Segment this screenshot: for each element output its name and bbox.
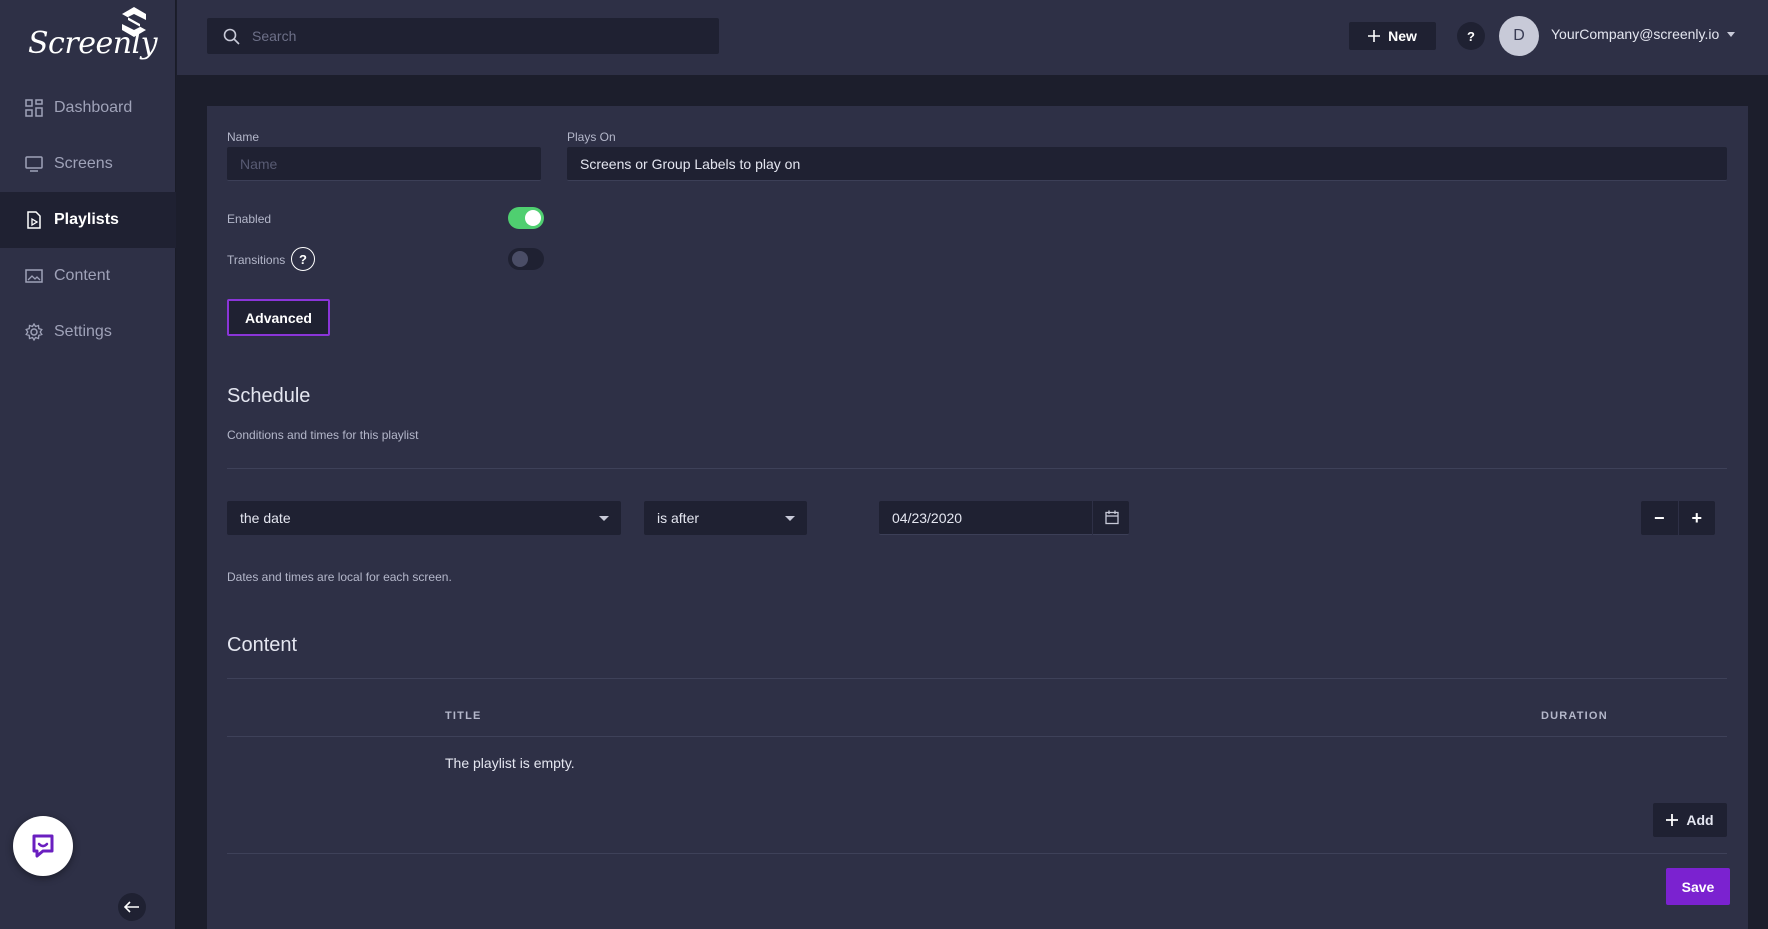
screenly-logo[interactable]: Screenly	[26, 6, 158, 64]
chevron-down-icon	[599, 516, 609, 521]
plus-icon	[1666, 814, 1679, 826]
chat-icon	[32, 834, 54, 858]
sidebar-item-label: Playlists	[54, 211, 119, 228]
chevron-down-icon	[1727, 31, 1736, 37]
page-header-strip	[177, 75, 1768, 106]
add-content-button[interactable]: Add	[1653, 803, 1727, 837]
schedule-note: Dates and times are local for each scree…	[227, 570, 452, 584]
schedule-title: Schedule	[227, 385, 311, 407]
sidebar-item-content[interactable]: Content	[0, 248, 176, 304]
image-icon	[24, 266, 44, 286]
enabled-label: Enabled	[227, 212, 272, 226]
transitions-toggle[interactable]	[508, 248, 544, 270]
sidebar-item-label: Settings	[54, 323, 112, 340]
search-input[interactable]	[252, 28, 692, 44]
advanced-button[interactable]: Advanced	[227, 299, 330, 336]
account-email: YourCompany@screenly.io	[1551, 26, 1720, 42]
plays-on-field[interactable]: Screens or Group Labels to play on	[567, 147, 1727, 181]
arrow-left-icon	[124, 901, 139, 913]
dashboard-icon	[24, 98, 44, 118]
playlist-form-card: Name Plays On Screens or Group Labels to…	[207, 106, 1748, 929]
condition-select[interactable]: the date	[227, 501, 621, 535]
sidebar-item-playlists[interactable]: Playlists	[0, 192, 176, 248]
name-input[interactable]	[240, 155, 541, 172]
date-value: 04/23/2020	[892, 509, 963, 526]
screen-icon	[24, 154, 44, 174]
schedule-subtitle: Conditions and times for this playlist	[227, 428, 419, 442]
collapse-sidebar-button[interactable]	[118, 893, 146, 921]
divider	[227, 678, 1727, 679]
plus-icon	[1368, 30, 1381, 42]
condition-value: the date	[240, 510, 291, 526]
sidebar-nav: Dashboard Screens Playlists Content Sett…	[0, 80, 176, 360]
sidebar-item-settings[interactable]: Settings	[0, 304, 176, 360]
help-button[interactable]: ?	[1457, 22, 1485, 50]
chevron-down-icon	[785, 516, 795, 521]
add-condition-button[interactable]: +	[1678, 501, 1715, 535]
remove-condition-button[interactable]: −	[1641, 501, 1678, 535]
column-header-title[interactable]: TITLE	[445, 710, 482, 722]
sidebar-item-label: Content	[54, 267, 111, 284]
condition-stepper: − +	[1641, 501, 1715, 535]
screenly-logo-mark-icon	[122, 7, 146, 37]
calendar-icon[interactable]	[1105, 510, 1119, 525]
sidebar-item-screens[interactable]: Screens	[0, 136, 176, 192]
add-button-label: Add	[1686, 812, 1714, 828]
divider	[227, 468, 1727, 469]
sidebar: Screenly Dashboard Screens Playlists Con…	[0, 0, 176, 929]
column-header-duration[interactable]: DURATION	[1541, 710, 1608, 722]
topbar: New ? D YourCompany@screenly.io	[177, 0, 1768, 75]
divider	[227, 736, 1727, 737]
transitions-help-icon[interactable]: ?	[291, 247, 315, 271]
gear-icon	[24, 322, 44, 342]
sidebar-item-dashboard[interactable]: Dashboard	[0, 80, 176, 136]
save-button[interactable]: Save	[1666, 868, 1730, 905]
sidebar-item-label: Screens	[54, 155, 113, 172]
transitions-label: Transitions	[227, 253, 286, 267]
search-icon	[223, 28, 240, 45]
plays-on-label: Plays On	[567, 130, 616, 144]
sidebar-item-label: Dashboard	[54, 99, 133, 116]
empty-playlist-message: The playlist is empty.	[445, 755, 575, 771]
enabled-toggle[interactable]	[508, 207, 544, 229]
operator-value: is after	[657, 510, 700, 526]
new-button-label: New	[1388, 28, 1417, 44]
content-title: Content	[227, 634, 298, 656]
chat-button[interactable]	[13, 816, 73, 876]
operator-select[interactable]: is after	[644, 501, 807, 535]
playlist-icon	[24, 210, 44, 230]
name-label: Name	[227, 130, 260, 144]
plays-on-value: Screens or Group Labels to play on	[580, 155, 801, 172]
new-button[interactable]: New	[1349, 22, 1436, 50]
account-menu[interactable]: YourCompany@screenly.io	[1551, 26, 1736, 42]
name-field[interactable]	[227, 147, 541, 181]
divider	[227, 853, 1727, 854]
avatar[interactable]: D	[1499, 16, 1539, 56]
date-input[interactable]: 04/23/2020	[879, 501, 1129, 535]
search-bar[interactable]	[207, 18, 719, 54]
